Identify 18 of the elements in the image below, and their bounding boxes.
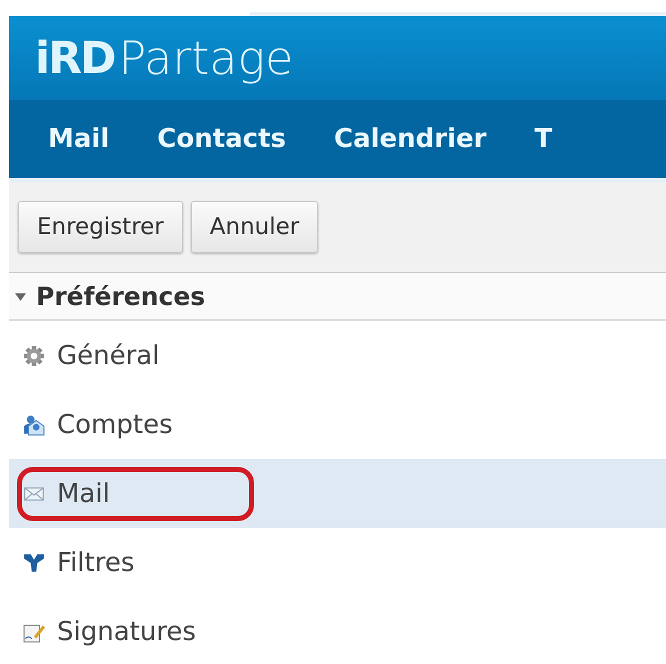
sidebar-item[interactable]: Général — [9, 321, 666, 390]
section-title: Préférences — [36, 282, 206, 310]
toolbar-button[interactable]: Annuler — [190, 201, 318, 253]
section-header[interactable]: Préférences — [9, 273, 666, 321]
sidebar-item[interactable]: Comptes — [9, 390, 666, 459]
filter-icon — [23, 552, 45, 574]
toolbar-button[interactable]: Enregistrer — [18, 201, 183, 253]
nav-tab[interactable]: T — [534, 124, 552, 154]
logo-mark: iRD — [35, 32, 114, 84]
nav-tab[interactable]: Mail — [48, 124, 110, 154]
nav-tab[interactable]: Calendrier — [334, 124, 486, 154]
app-name: Partage — [118, 31, 294, 85]
nav-tab[interactable]: Contacts — [157, 124, 286, 154]
accounts-icon — [23, 414, 45, 436]
sidebar-item[interactable]: Filtres — [9, 528, 666, 597]
sidebar-item[interactable]: Mail — [9, 459, 666, 528]
sidebar-item[interactable]: Signatures — [9, 597, 666, 664]
expand-triangle-icon[interactable] — [15, 290, 26, 302]
